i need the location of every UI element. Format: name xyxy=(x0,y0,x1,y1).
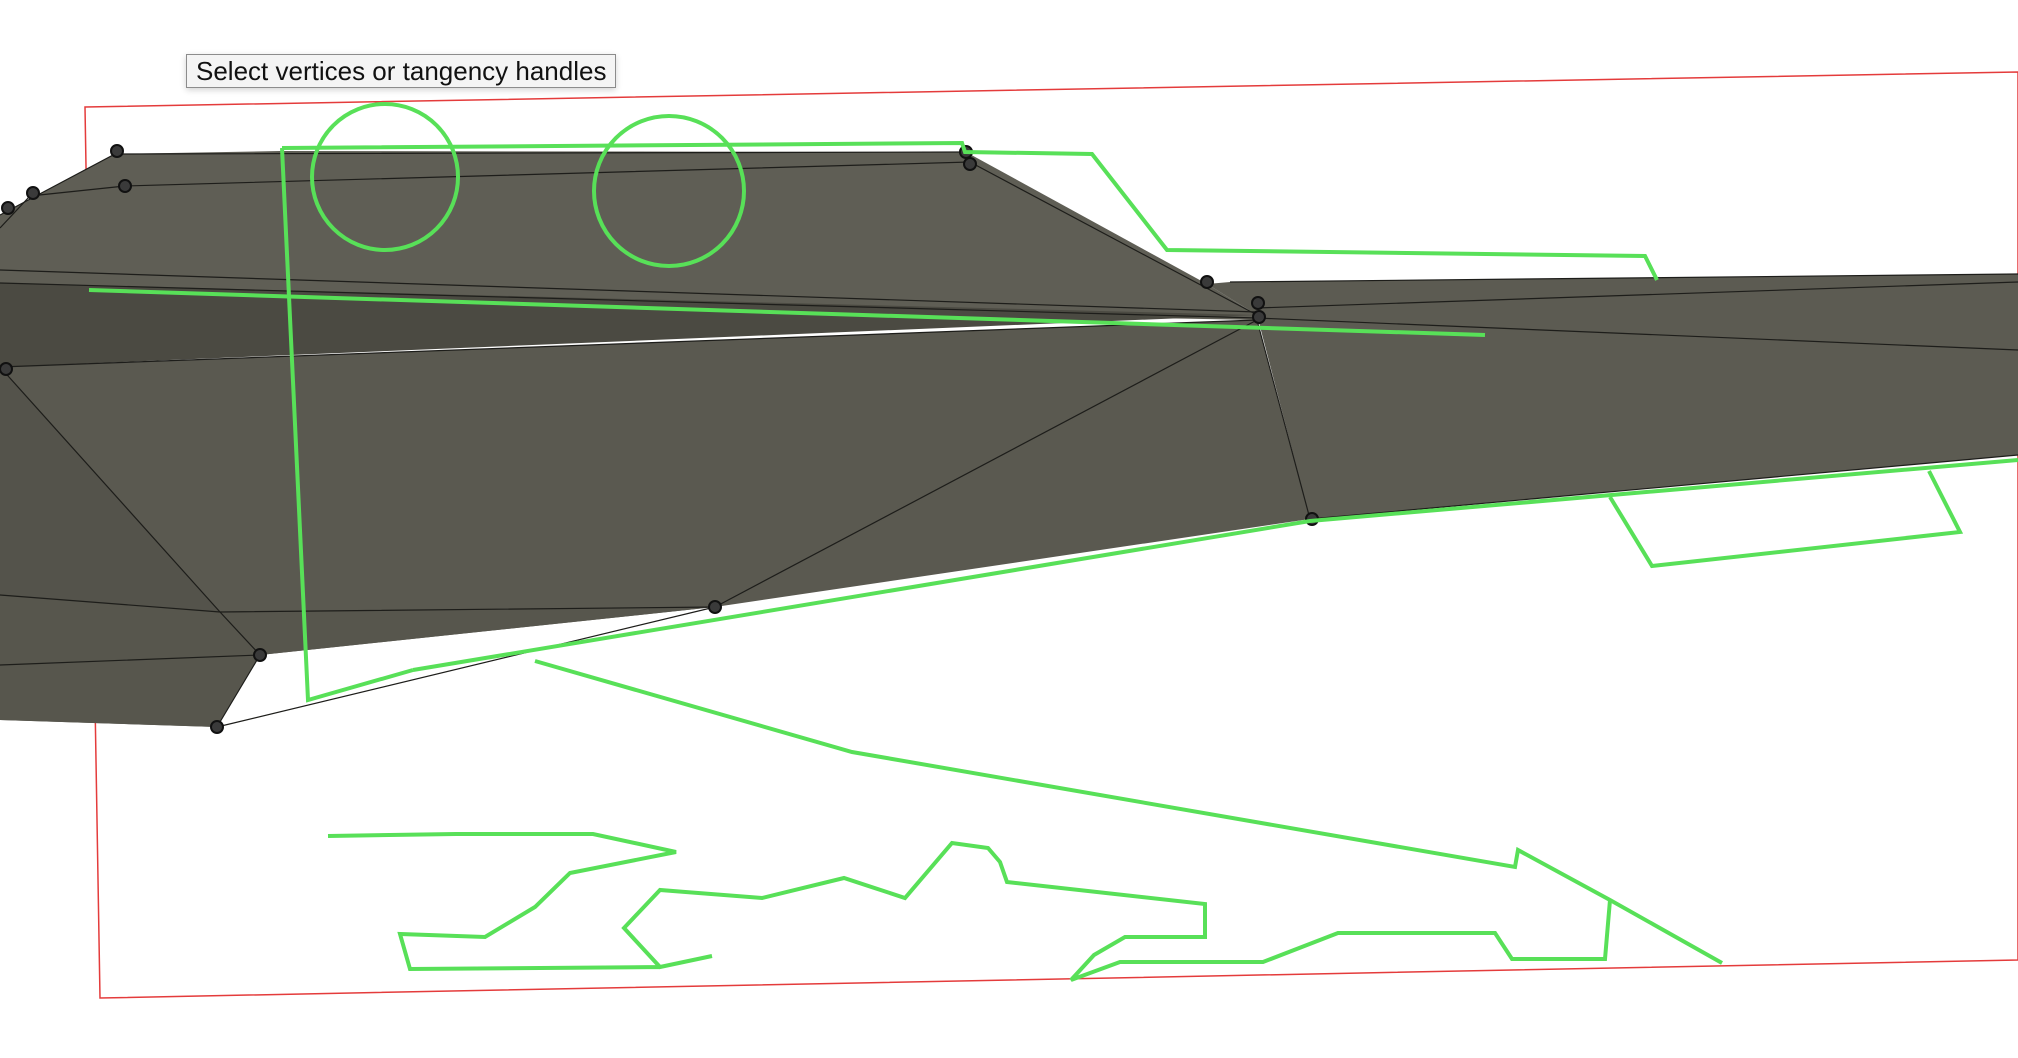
vertex-handle-icon[interactable] xyxy=(118,179,132,193)
vertex-handle-icon[interactable] xyxy=(708,600,722,614)
vertex-handle-icon[interactable] xyxy=(110,144,124,158)
vertex-handle-icon[interactable] xyxy=(210,720,224,734)
vertex-handle-icon[interactable] xyxy=(1,201,15,215)
tooltip: Select vertices or tangency handles xyxy=(186,54,617,88)
3d-viewport[interactable]: Select vertices or tangency handles xyxy=(0,0,2018,1058)
vertex-handle-icon[interactable] xyxy=(963,157,977,171)
vertex-handle-icon[interactable] xyxy=(1200,275,1214,289)
vertex-handle-icon[interactable] xyxy=(0,362,13,376)
mesh-face-boom[interactable] xyxy=(1207,274,2018,519)
lower-sweep xyxy=(534,659,1723,965)
vertex-handle-icon[interactable] xyxy=(1251,296,1265,310)
mesh-body[interactable] xyxy=(0,144,2018,734)
tooltip-text: Select vertices or tangency handles xyxy=(196,55,607,86)
lower-sweep-2 xyxy=(327,832,1612,982)
vertex-handle-icon[interactable] xyxy=(1252,310,1266,324)
vertex-handle-icon[interactable] xyxy=(253,648,267,662)
scene-canvas[interactable] xyxy=(0,0,2018,1058)
vertex-handle-icon[interactable] xyxy=(26,186,40,200)
